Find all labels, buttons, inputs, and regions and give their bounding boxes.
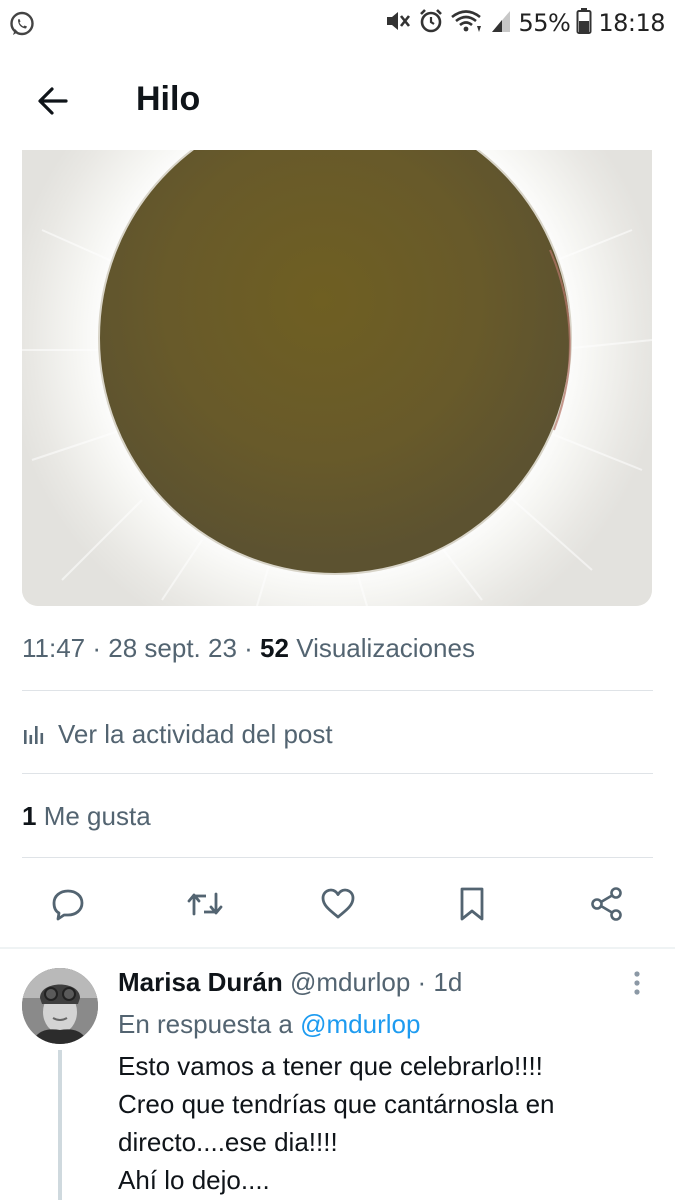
share-icon [591,887,622,921]
in-reply-to: En respuesta a @mdurlop [118,1009,420,1040]
likes-count: 1 [22,801,37,831]
bookmark-icon [460,887,484,921]
battery-percent: 55% [518,9,571,37]
analytics-icon [24,726,44,744]
divider [22,857,653,858]
divider [22,690,653,691]
reply-author-handle[interactable]: @mdurlop [290,967,410,997]
retweet-button[interactable] [183,880,227,928]
reply-author-name[interactable]: Marisa Durán [118,967,283,997]
wifi-icon [450,8,484,39]
post-time: 11:47 [22,633,86,663]
reply-text: Esto vamos a tener que celebrarlo!!!! Cr… [118,1047,638,1199]
heart-icon [321,888,355,919]
reply-line: Creo que tendrías que cantárnosla en [118,1089,555,1119]
battery-icon [576,7,592,40]
thread-header: Hilo [0,60,675,148]
whatsapp-icon [8,10,36,43]
divider [0,947,675,949]
views-label: Visualizaciones [296,633,475,663]
reply-header: Marisa Durán @mdurlop · 1d [118,967,463,997]
post-media-eclipse[interactable] [22,150,652,606]
activity-label: Ver la actividad del post [58,718,333,749]
signal-icon [490,8,512,39]
views-count: 52 [260,633,289,663]
likes-summary[interactable]: 1 Me gusta [22,801,151,832]
divider [22,773,653,774]
retweet-icon [187,892,223,916]
more-vertical-icon [634,971,640,995]
reply-age: 1d [433,967,463,997]
reply-line: Ahí lo dejo.... [118,1165,270,1195]
avatar[interactable] [22,968,98,1044]
in-reply-handle-link[interactable]: @mdurlop [300,1009,420,1039]
reply-button[interactable] [46,880,90,928]
arrow-left-icon [38,87,68,115]
back-button[interactable] [30,78,76,124]
alarm-icon [418,8,444,39]
page-title: Hilo [136,80,201,118]
likes-label: Me gusta [43,801,151,831]
reply-icon [52,889,84,921]
post-activity-link[interactable]: Ver la actividad del post [22,716,333,752]
thread-line [58,1050,62,1200]
share-button[interactable] [585,880,629,928]
like-button[interactable] [316,880,360,928]
reply-line: Esto vamos a tener que celebrarlo!!!! [118,1051,543,1081]
more-options-button[interactable] [627,968,647,998]
clock: 18:18 [598,9,665,37]
bookmark-button[interactable] [450,880,494,928]
status-bar: 55% 18:18 [0,0,675,48]
post-meta: 11:47 · 28 sept. 23 · 52 Visualizaciones [22,633,475,663]
in-reply-prefix: En respuesta a [118,1009,293,1039]
post-date: 28 sept. 23 [108,633,237,663]
reply-line: directo....ese dia!!!! [118,1127,338,1157]
post-actions [0,880,675,928]
mute-icon [384,8,412,39]
